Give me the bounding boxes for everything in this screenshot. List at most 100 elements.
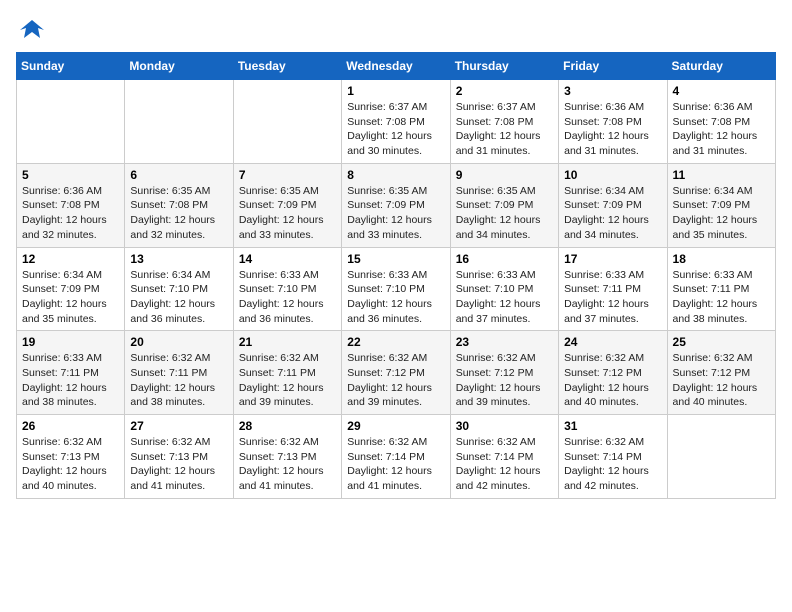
day-number: 13 (130, 252, 227, 266)
calendar-cell (125, 80, 233, 164)
day-number: 29 (347, 419, 444, 433)
day-number: 22 (347, 335, 444, 349)
day-header-tuesday: Tuesday (233, 53, 341, 80)
day-number: 8 (347, 168, 444, 182)
day-number: 11 (673, 168, 770, 182)
day-number: 14 (239, 252, 336, 266)
day-info: Sunrise: 6:33 AMSunset: 7:10 PMDaylight:… (239, 268, 336, 327)
day-info: Sunrise: 6:36 AMSunset: 7:08 PMDaylight:… (673, 100, 770, 159)
day-info: Sunrise: 6:32 AMSunset: 7:12 PMDaylight:… (564, 351, 661, 410)
day-header-monday: Monday (125, 53, 233, 80)
day-info: Sunrise: 6:36 AMSunset: 7:08 PMDaylight:… (564, 100, 661, 159)
day-info: Sunrise: 6:35 AMSunset: 7:09 PMDaylight:… (347, 184, 444, 243)
day-number: 26 (22, 419, 119, 433)
calendar-cell: 10 Sunrise: 6:34 AMSunset: 7:09 PMDayligh… (559, 163, 667, 247)
calendar-cell: 23 Sunrise: 6:32 AMSunset: 7:12 PMDayligh… (450, 331, 558, 415)
day-info: Sunrise: 6:34 AMSunset: 7:09 PMDaylight:… (564, 184, 661, 243)
day-number: 4 (673, 84, 770, 98)
day-header-thursday: Thursday (450, 53, 558, 80)
day-number: 30 (456, 419, 553, 433)
day-info: Sunrise: 6:37 AMSunset: 7:08 PMDaylight:… (347, 100, 444, 159)
day-number: 3 (564, 84, 661, 98)
calendar-cell (233, 80, 341, 164)
day-info: Sunrise: 6:35 AMSunset: 7:08 PMDaylight:… (130, 184, 227, 243)
day-info: Sunrise: 6:32 AMSunset: 7:11 PMDaylight:… (130, 351, 227, 410)
day-info: Sunrise: 6:32 AMSunset: 7:13 PMDaylight:… (22, 435, 119, 494)
day-number: 9 (456, 168, 553, 182)
day-info: Sunrise: 6:36 AMSunset: 7:08 PMDaylight:… (22, 184, 119, 243)
calendar-cell: 9 Sunrise: 6:35 AMSunset: 7:09 PMDaylight… (450, 163, 558, 247)
day-info: Sunrise: 6:32 AMSunset: 7:11 PMDaylight:… (239, 351, 336, 410)
calendar-cell: 21 Sunrise: 6:32 AMSunset: 7:11 PMDayligh… (233, 331, 341, 415)
calendar-cell: 24Sunrise: 6:32 AMSunset: 7:12 PMDayligh… (559, 331, 667, 415)
logo-bird-icon (18, 16, 46, 44)
calendar-cell: 25 Sunrise: 6:32 AMSunset: 7:12 PMDayligh… (667, 331, 775, 415)
calendar-cell: 17Sunrise: 6:33 AMSunset: 7:11 PMDayligh… (559, 247, 667, 331)
calendar-cell: 16 Sunrise: 6:33 AMSunset: 7:10 PMDayligh… (450, 247, 558, 331)
day-info: Sunrise: 6:33 AMSunset: 7:11 PMDaylight:… (22, 351, 119, 410)
day-number: 20 (130, 335, 227, 349)
calendar-cell: 13 Sunrise: 6:34 AMSunset: 7:10 PMDayligh… (125, 247, 233, 331)
calendar-cell: 18 Sunrise: 6:33 AMSunset: 7:11 PMDayligh… (667, 247, 775, 331)
day-info: Sunrise: 6:35 AMSunset: 7:09 PMDaylight:… (239, 184, 336, 243)
calendar-cell: 7Sunrise: 6:35 AMSunset: 7:09 PMDaylight… (233, 163, 341, 247)
day-number: 2 (456, 84, 553, 98)
day-info: Sunrise: 6:34 AMSunset: 7:09 PMDaylight:… (673, 184, 770, 243)
calendar-cell: 2 Sunrise: 6:37 AMSunset: 7:08 PMDaylight… (450, 80, 558, 164)
calendar-cell: 20 Sunrise: 6:32 AMSunset: 7:11 PMDayligh… (125, 331, 233, 415)
day-header-saturday: Saturday (667, 53, 775, 80)
day-number: 16 (456, 252, 553, 266)
calendar-table: SundayMondayTuesdayWednesdayThursdayFrid… (16, 52, 776, 499)
day-number: 6 (130, 168, 227, 182)
day-header-wednesday: Wednesday (342, 53, 450, 80)
day-info: Sunrise: 6:32 AMSunset: 7:12 PMDaylight:… (673, 351, 770, 410)
day-info: Sunrise: 6:32 AMSunset: 7:14 PMDaylight:… (456, 435, 553, 494)
day-info: Sunrise: 6:32 AMSunset: 7:12 PMDaylight:… (347, 351, 444, 410)
logo (16, 16, 46, 40)
calendar-cell: 3 Sunrise: 6:36 AMSunset: 7:08 PMDaylight… (559, 80, 667, 164)
day-number: 10 (564, 168, 661, 182)
calendar-cell: 12 Sunrise: 6:34 AMSunset: 7:09 PMDayligh… (17, 247, 125, 331)
day-number: 5 (22, 168, 119, 182)
day-number: 27 (130, 419, 227, 433)
calendar-cell: 4 Sunrise: 6:36 AMSunset: 7:08 PMDaylight… (667, 80, 775, 164)
day-info: Sunrise: 6:32 AMSunset: 7:13 PMDaylight:… (239, 435, 336, 494)
day-number: 15 (347, 252, 444, 266)
day-info: Sunrise: 6:35 AMSunset: 7:09 PMDaylight:… (456, 184, 553, 243)
day-number: 17 (564, 252, 661, 266)
day-number: 19 (22, 335, 119, 349)
day-info: Sunrise: 6:33 AMSunset: 7:10 PMDaylight:… (347, 268, 444, 327)
calendar-cell: 15 Sunrise: 6:33 AMSunset: 7:10 PMDayligh… (342, 247, 450, 331)
calendar-cell: 29 Sunrise: 6:32 AMSunset: 7:14 PMDayligh… (342, 415, 450, 499)
calendar-cell: 30 Sunrise: 6:32 AMSunset: 7:14 PMDayligh… (450, 415, 558, 499)
day-number: 21 (239, 335, 336, 349)
calendar-cell (17, 80, 125, 164)
day-number: 12 (22, 252, 119, 266)
page-header (16, 16, 776, 40)
calendar-cell: 27 Sunrise: 6:32 AMSunset: 7:13 PMDayligh… (125, 415, 233, 499)
calendar-cell (667, 415, 775, 499)
day-info: Sunrise: 6:32 AMSunset: 7:13 PMDaylight:… (130, 435, 227, 494)
day-info: Sunrise: 6:34 AMSunset: 7:09 PMDaylight:… (22, 268, 119, 327)
day-info: Sunrise: 6:32 AMSunset: 7:12 PMDaylight:… (456, 351, 553, 410)
calendar-cell: 1 Sunrise: 6:37 AMSunset: 7:08 PMDaylight… (342, 80, 450, 164)
calendar-cell: 14 Sunrise: 6:33 AMSunset: 7:10 PMDayligh… (233, 247, 341, 331)
calendar-cell: 28 Sunrise: 6:32 AMSunset: 7:13 PMDayligh… (233, 415, 341, 499)
calendar-cell: 19 Sunrise: 6:33 AMSunset: 7:11 PMDayligh… (17, 331, 125, 415)
day-header-sunday: Sunday (17, 53, 125, 80)
day-number: 23 (456, 335, 553, 349)
day-header-friday: Friday (559, 53, 667, 80)
day-info: Sunrise: 6:32 AMSunset: 7:14 PMDaylight:… (347, 435, 444, 494)
day-info: Sunrise: 6:37 AMSunset: 7:08 PMDaylight:… (456, 100, 553, 159)
day-info: Sunrise: 6:33 AMSunset: 7:10 PMDaylight:… (456, 268, 553, 327)
day-info: Sunrise: 6:32 AMSunset: 7:14 PMDaylight:… (564, 435, 661, 494)
calendar-cell: 5 Sunrise: 6:36 AMSunset: 7:08 PMDaylight… (17, 163, 125, 247)
day-number: 1 (347, 84, 444, 98)
calendar-cell: 6 Sunrise: 6:35 AMSunset: 7:08 PMDaylight… (125, 163, 233, 247)
day-info: Sunrise: 6:34 AMSunset: 7:10 PMDaylight:… (130, 268, 227, 327)
calendar-cell: 26 Sunrise: 6:32 AMSunset: 7:13 PMDayligh… (17, 415, 125, 499)
day-number: 18 (673, 252, 770, 266)
day-info: Sunrise: 6:33 AMSunset: 7:11 PMDaylight:… (673, 268, 770, 327)
day-number: 28 (239, 419, 336, 433)
day-number: 25 (673, 335, 770, 349)
